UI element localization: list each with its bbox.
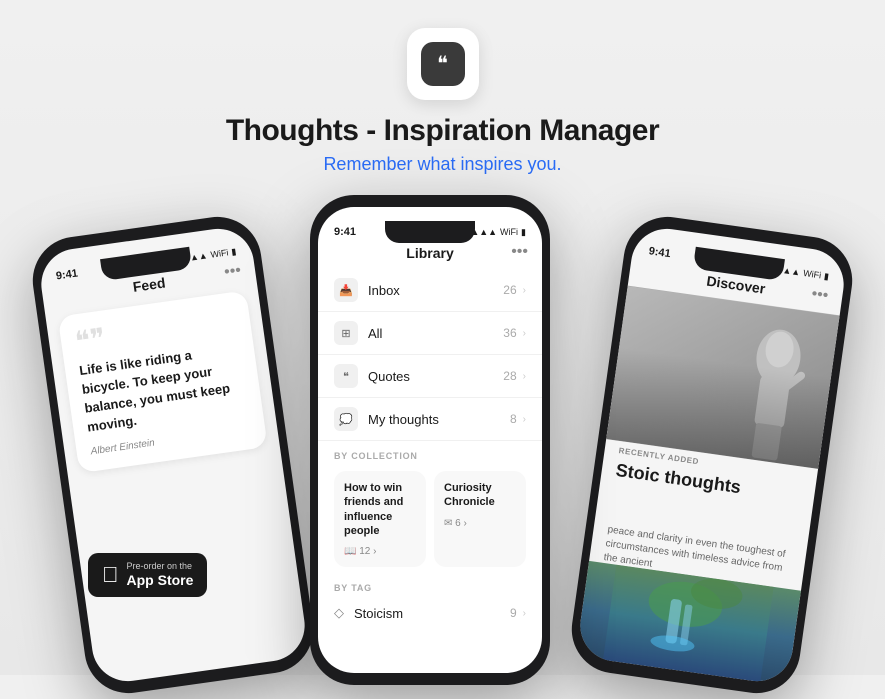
- list-item[interactable]: ⊞ All 36 ›: [318, 312, 542, 355]
- appstore-preorder-label: Pre-order on the: [127, 561, 194, 572]
- app-icon-bubble: [421, 42, 465, 86]
- chevron-right-icon: ›: [523, 371, 526, 382]
- collection-card[interactable]: Curiosity Chronicle ✉ 6 ›: [434, 471, 526, 567]
- quotes-count: 28: [503, 369, 516, 383]
- quotes-label: Quotes: [368, 369, 503, 384]
- list-item[interactable]: 📥 Inbox 26 ›: [318, 269, 542, 312]
- collection-card[interactable]: How to win friends and influence people …: [334, 471, 426, 567]
- phone-right: 9:41 ▲▲▲ WiFi ▮ Discover •••: [566, 211, 858, 699]
- thoughts-count: 8: [510, 412, 517, 426]
- wifi-icon-c: WiFi: [500, 227, 518, 237]
- thoughts-label: My thoughts: [368, 412, 510, 427]
- app-subtitle: Remember what inspires you.: [323, 154, 561, 175]
- feed-more-button[interactable]: •••: [223, 262, 242, 282]
- apple-icon: : [102, 564, 119, 586]
- battery-icon-c: ▮: [521, 227, 526, 238]
- inbox-icon: 📥: [334, 278, 358, 302]
- stoic-thoughts-title: Stoic thoughts: [614, 460, 801, 507]
- list-item[interactable]: ❝ Quotes 28 ›: [318, 355, 542, 398]
- notch-center: [385, 221, 475, 243]
- chevron-right-icon: ›: [523, 328, 526, 339]
- phones-container: 9:41 ▲▲▲ WiFi ▮ Feed ••• ❝❞ Life is like…: [0, 185, 885, 625]
- library-header: Library: [318, 245, 542, 261]
- list-item[interactable]: ◇ Stoicism 9 ›: [318, 597, 542, 629]
- tag-label: Stoicism: [354, 606, 510, 621]
- discover-more-button[interactable]: •••: [810, 285, 829, 305]
- appstore-store-name: App Store: [127, 572, 194, 589]
- all-count: 36: [503, 326, 516, 340]
- collection-count: 📖 12 ›: [344, 546, 376, 557]
- tag-icon: ◇: [334, 605, 344, 621]
- library-screen: 9:41 ▲▲▲ WiFi ▮ Library ••• 📥 Inbox 26 ›: [318, 207, 542, 673]
- wifi-icon-r: WiFi: [803, 268, 822, 280]
- discover-screen: 9:41 ▲▲▲ WiFi ▮ Discover •••: [576, 224, 849, 686]
- appstore-text: Pre-order on the App Store: [127, 561, 194, 589]
- collection-footer: 📖 12 ›: [344, 546, 416, 557]
- discover-hero-image: [606, 286, 839, 469]
- all-label: All: [368, 326, 503, 341]
- status-time-left: 9:41: [55, 268, 78, 283]
- phone-center: 9:41 ▲▲▲ WiFi ▮ Library ••• 📥 Inbox 26 ›: [310, 195, 550, 685]
- hero-image-overlay: [606, 286, 839, 469]
- status-icons-center: ▲▲▲ WiFi ▮: [470, 227, 526, 238]
- battery-icon-r: ▮: [823, 270, 829, 282]
- feed-screen: 9:41 ▲▲▲ WiFi ▮ Feed ••• ❝❞ Life is like…: [37, 224, 310, 686]
- inbox-label: Inbox: [368, 283, 503, 298]
- status-time-right: 9:41: [648, 245, 671, 260]
- collection-count: ✉ 6 ›: [444, 518, 467, 529]
- app-icon: [407, 28, 479, 100]
- feed-quote-card: ❝❞ Life is like riding a bicycle. To kee…: [58, 290, 268, 473]
- thoughts-icon: 💭: [334, 407, 358, 431]
- chevron-right-icon: ›: [523, 608, 526, 619]
- all-icon: ⊞: [334, 321, 358, 345]
- wifi-icon: WiFi: [210, 247, 229, 259]
- status-time-center: 9:41: [334, 226, 356, 238]
- chevron-right-icon: ›: [523, 414, 526, 425]
- battery-icon: ▮: [231, 246, 237, 258]
- collection-name: How to win friends and influence people: [344, 481, 416, 538]
- app-title: Thoughts - Inspiration Manager: [226, 114, 659, 148]
- collection-name-curiosity: Curiosity Chronicle: [444, 481, 516, 510]
- appstore-badge[interactable]:  Pre-order on the App Store: [88, 553, 207, 597]
- list-item[interactable]: 💭 My thoughts 8 ›: [318, 398, 542, 441]
- chevron-right-icon: ›: [523, 285, 526, 296]
- library-list: 📥 Inbox 26 › ⊞ All 36 › ❝ Quotes 28: [318, 269, 542, 629]
- by-tag-header: BY TAG: [318, 573, 542, 597]
- feed-quote-text: Life is like riding a bicycle. To keep y…: [78, 340, 249, 437]
- by-collection-header: BY COLLECTION: [318, 441, 542, 465]
- collection-footer: ✉ 6 ›: [444, 518, 516, 529]
- collections-row: How to win friends and influence people …: [318, 465, 542, 573]
- quotes-icon: ❝: [334, 364, 358, 388]
- phone-left: 9:41 ▲▲▲ WiFi ▮ Feed ••• ❝❞ Life is like…: [27, 211, 319, 699]
- inbox-count: 26: [503, 283, 516, 297]
- tag-count: 9: [510, 606, 517, 620]
- library-more-button[interactable]: •••: [511, 243, 528, 261]
